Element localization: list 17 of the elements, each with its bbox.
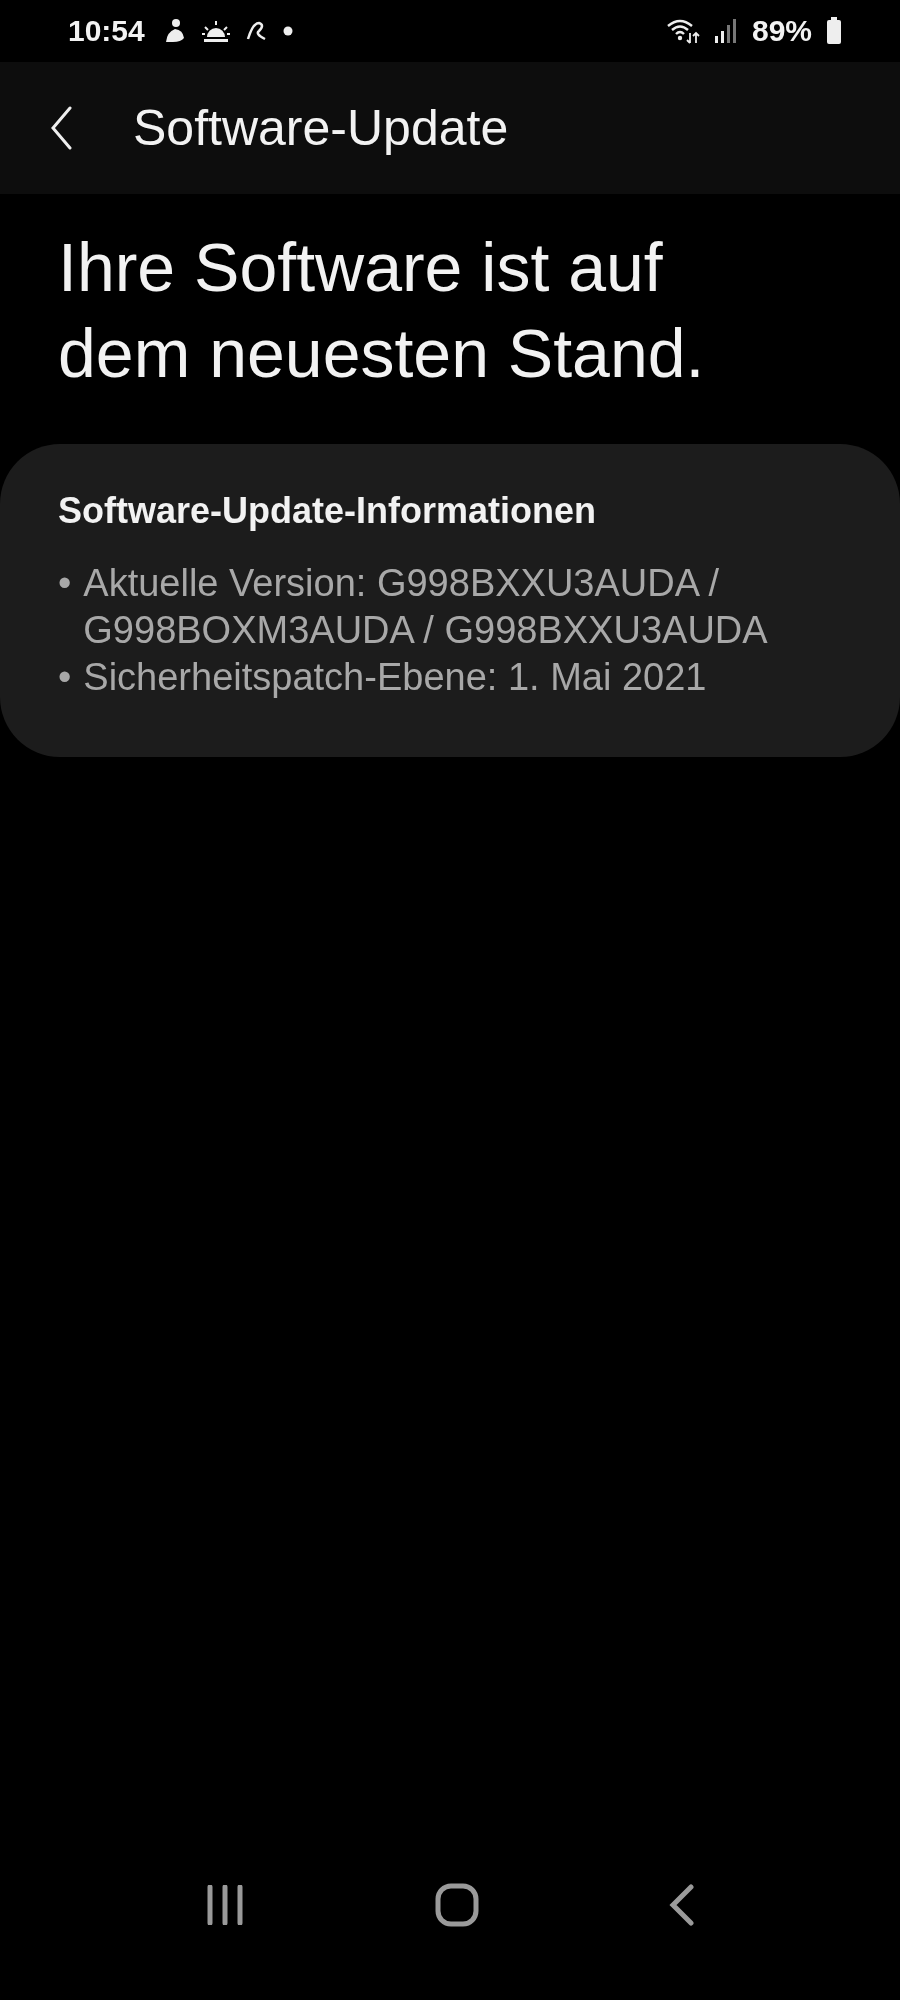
card-title: Software-Update-Informationen xyxy=(58,490,597,532)
recent-apps-button[interactable] xyxy=(205,1885,245,1925)
bullet: • xyxy=(58,561,72,606)
notification-dot-icon xyxy=(282,26,293,36)
home-button[interactable] xyxy=(435,1883,479,1927)
back-nav-button[interactable] xyxy=(669,1884,695,1926)
sunrise-icon xyxy=(200,19,231,43)
page-title: Software-Update xyxy=(133,99,509,157)
info-text: Sicherheitspatch-Ebene: 1. Mai 2021 xyxy=(83,655,707,700)
wifi-icon xyxy=(665,17,700,45)
status-time: 10:54 xyxy=(68,14,145,48)
battery-percentage: 89% xyxy=(751,14,812,48)
signal-icon xyxy=(713,18,736,44)
info-text: Aktuelle Version: G998BXXU3AUDA / G998BOXM3AUDA / G998BXXU3AUDA xyxy=(83,561,769,653)
bullet: • xyxy=(58,655,72,700)
status-headline: Ihre Software ist auf dem neuesten Stand. xyxy=(57,228,706,393)
battery-icon xyxy=(826,17,842,45)
